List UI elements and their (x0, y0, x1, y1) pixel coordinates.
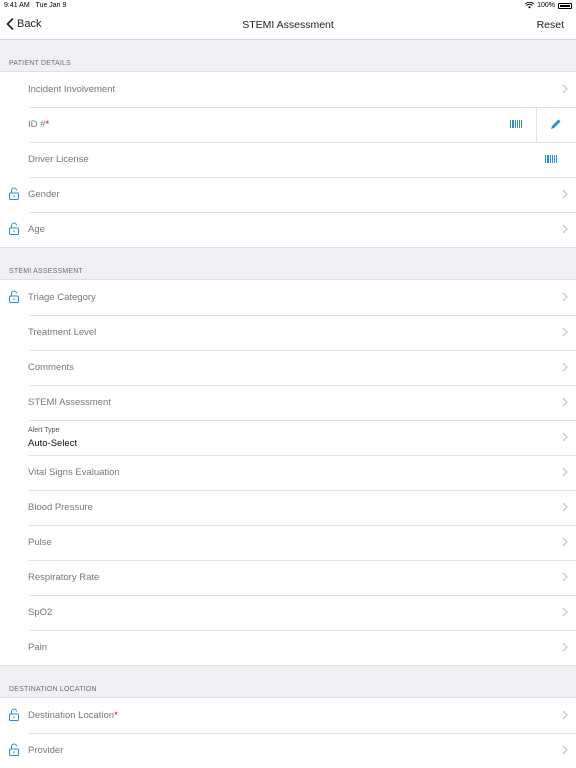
wifi-icon (525, 2, 535, 9)
row-vital-signs[interactable]: Vital Signs Evaluation (0, 455, 576, 490)
navigation-bar: Back STEMI Assessment Reset (0, 11, 576, 40)
row-pain[interactable]: Pain (0, 630, 576, 665)
row-stemi-assessment[interactable]: STEMI Assessment (0, 385, 576, 420)
row-age[interactable]: Age (0, 212, 576, 247)
row-divider (536, 107, 537, 142)
chevron-right-icon (562, 745, 568, 755)
status-time-date: 9:41 AM Tue Jan 9 (4, 2, 66, 9)
row-label: Pain (28, 642, 48, 653)
row-label: Treatment Level (28, 327, 97, 338)
section-header-patient-details: PATIENT DETAILS (0, 40, 576, 71)
chevron-left-icon (6, 18, 14, 30)
row-label: Comments (28, 362, 74, 373)
section-header-stemi-assessment: STEMI ASSESSMENT (0, 248, 576, 279)
chevron-right-icon (562, 362, 568, 372)
row-destination-location[interactable]: Destination Location* (0, 698, 576, 733)
row-label: Vital Signs Evaluation (28, 467, 120, 478)
row-sub-label: Alert Type (28, 427, 60, 434)
row-label: Gender (28, 189, 60, 200)
row-label: SpO2 (28, 607, 53, 618)
section-header-label: STEMI ASSESSMENT (9, 268, 83, 275)
row-provider[interactable]: Provider (0, 733, 576, 768)
row-label: Provider (28, 745, 64, 756)
destination-label: Destination Location (28, 710, 115, 721)
row-pulse[interactable]: Pulse (0, 525, 576, 560)
chevron-right-icon (562, 432, 568, 442)
back-button[interactable]: Back (6, 18, 41, 30)
patient-details-group: Incident Involvement ID #* Driver Licens… (0, 71, 576, 248)
id-label: ID # (28, 119, 46, 130)
chevron-right-icon (562, 642, 568, 652)
chevron-right-icon (562, 189, 568, 199)
row-label: Incident Involvement (28, 84, 116, 95)
unlock-icon[interactable] (9, 187, 19, 200)
barcode-icon[interactable] (545, 155, 557, 163)
back-button-label: Back (17, 18, 42, 30)
row-label: Destination Location* (28, 710, 118, 721)
row-driver-license[interactable]: Driver License (0, 142, 576, 177)
row-label: Blood Pressure (28, 502, 93, 513)
chevron-right-icon (562, 224, 568, 234)
stemi-assessment-group: Triage Category Treatment Level Comments… (0, 279, 576, 666)
row-alert-type[interactable]: Alert Type Auto-Select (0, 420, 576, 455)
row-blood-pressure[interactable]: Blood Pressure (0, 490, 576, 525)
row-treatment-level[interactable]: Treatment Level (0, 315, 576, 350)
unlock-icon[interactable] (9, 290, 19, 303)
status-time: 9:41 AM (4, 2, 30, 9)
row-label: ID #* (28, 119, 49, 130)
row-label: Pulse (28, 537, 52, 548)
row-label: Respiratory Rate (28, 572, 100, 583)
status-right: 100% (525, 2, 572, 9)
required-marker: * (45, 119, 50, 130)
status-date: Tue Jan 9 (35, 2, 67, 9)
unlock-icon[interactable] (9, 222, 19, 235)
chevron-right-icon (562, 572, 568, 582)
battery-percent: 100% (537, 2, 555, 9)
unlock-icon[interactable] (9, 743, 19, 756)
unlock-icon[interactable] (9, 708, 19, 721)
battery-icon (558, 2, 572, 9)
row-id-number[interactable]: ID #* (0, 107, 576, 142)
row-gender[interactable]: Gender (0, 177, 576, 212)
section-header-label: PATIENT DETAILS (9, 60, 71, 67)
destination-group: Destination Location* Provider (0, 697, 576, 768)
reset-button[interactable]: Reset (537, 19, 564, 31)
status-bar: 9:41 AM Tue Jan 9 100% (0, 0, 576, 11)
section-header-destination: DESTINATION LOCATION (0, 666, 576, 697)
row-label: STEMI Assessment (28, 397, 111, 408)
row-value: Auto-Select (28, 438, 78, 449)
row-label: Triage Category (28, 292, 96, 303)
row-triage-category[interactable]: Triage Category (0, 280, 576, 315)
form-content: PATIENT DETAILS Incident Involvement ID … (0, 40, 576, 768)
chevron-right-icon (562, 502, 568, 512)
pencil-icon[interactable] (549, 118, 562, 131)
chevron-right-icon (562, 467, 568, 477)
section-header-label: DESTINATION LOCATION (9, 686, 97, 693)
row-respiratory-rate[interactable]: Respiratory Rate (0, 560, 576, 595)
page-title: STEMI Assessment (242, 19, 334, 31)
row-label: Driver License (28, 154, 89, 165)
chevron-right-icon (562, 537, 568, 547)
row-incident-involvement[interactable]: Incident Involvement (0, 72, 576, 107)
row-comments[interactable]: Comments (0, 350, 576, 385)
chevron-right-icon (562, 327, 568, 337)
row-label: Age (28, 224, 45, 235)
chevron-right-icon (562, 292, 568, 302)
chevron-right-icon (562, 607, 568, 617)
chevron-right-icon (562, 710, 568, 720)
barcode-icon[interactable] (510, 120, 522, 128)
row-spo2[interactable]: SpO2 (0, 595, 576, 630)
chevron-right-icon (562, 84, 568, 94)
chevron-right-icon (562, 397, 568, 407)
required-marker: * (114, 710, 118, 721)
